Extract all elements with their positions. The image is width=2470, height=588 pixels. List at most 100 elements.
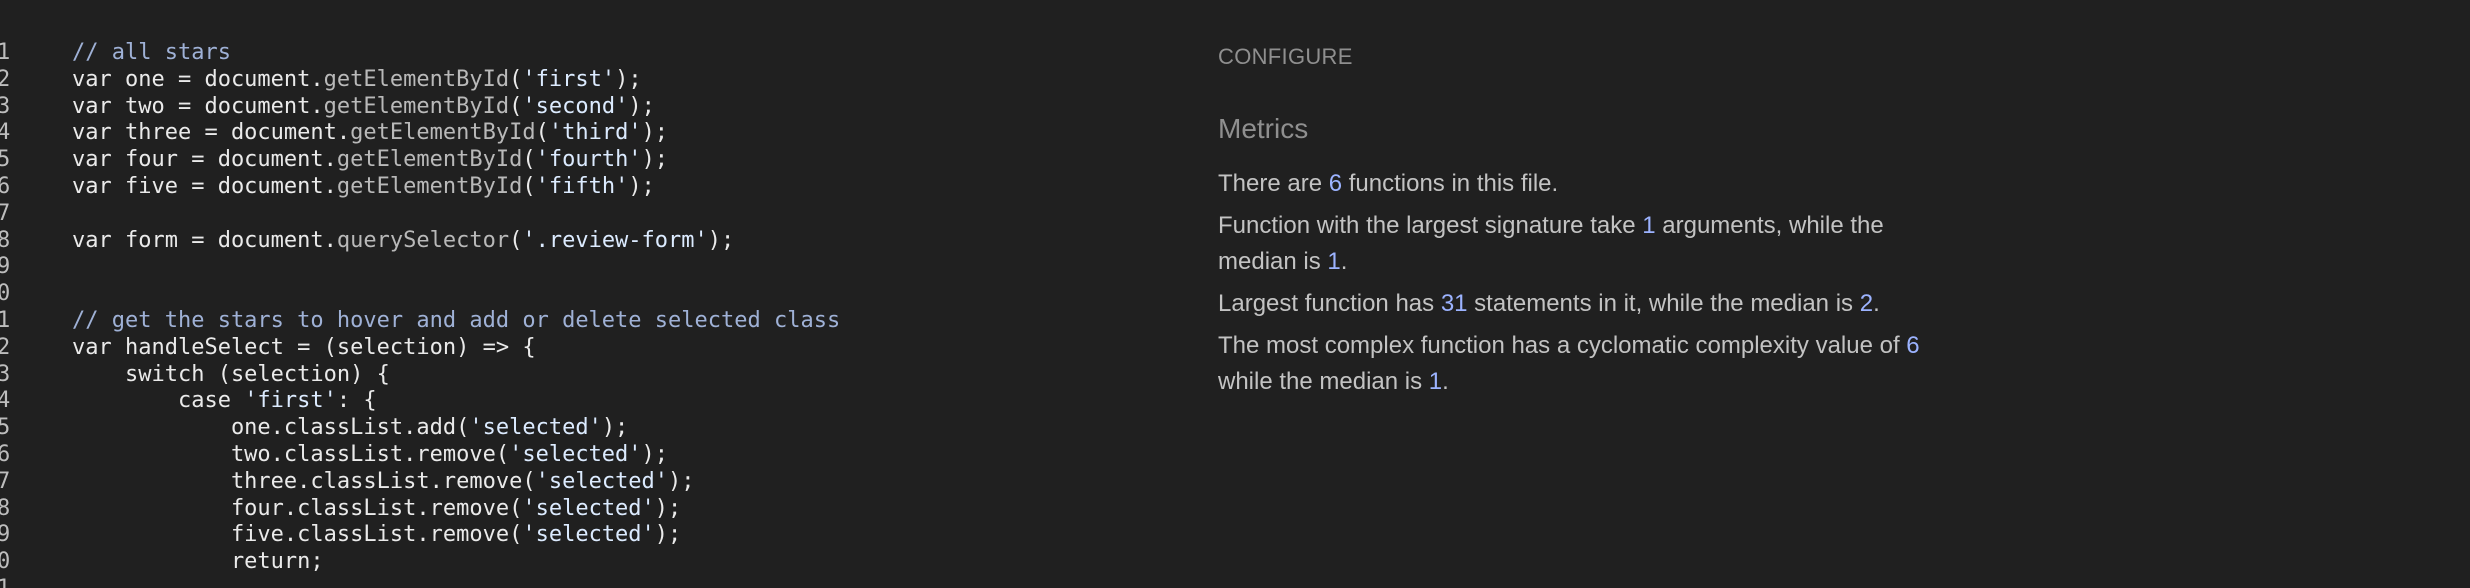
code-token: );: [707, 227, 735, 253]
code-token: three.classList.remove(: [72, 468, 536, 494]
metric-text: while the median is: [1218, 367, 1429, 395]
code-text: var one = document.getElementById('first…: [72, 67, 642, 94]
code-token: var one = document.: [72, 66, 324, 92]
metric-text: Function with the largest signature take: [1218, 212, 1643, 239]
code-token: );: [641, 441, 669, 467]
code-token: 'second': [522, 93, 629, 119]
code-token: getElementById: [323, 66, 510, 92]
code-text: var four = document.getElementById('four…: [72, 147, 668, 174]
code-line: 4 var three = document.getElementById('th…: [0, 120, 1180, 147]
metric-largest-function: Largest function has 31 statements in it…: [1218, 286, 1938, 322]
code-token: );: [615, 66, 642, 92]
code-token: getElementById: [336, 147, 523, 173]
metrics-title: Metrics: [1218, 113, 1309, 144]
code-line: 9: [0, 254, 1180, 281]
code-token: querySelector: [336, 227, 510, 253]
code-token: 'selected': [522, 522, 655, 548]
metric-complexity: The most complex function has a cyclomat…: [1218, 328, 1938, 399]
code-token: var three = document.: [72, 120, 351, 146]
code-line: 1 // all stars: [0, 40, 1180, 67]
code-token: );: [641, 147, 669, 173]
code-token: // get the stars to hover and add or del…: [72, 307, 841, 333]
code-line: 1: [0, 576, 1180, 588]
metric-value: 1: [1327, 247, 1341, 275]
code-token: );: [654, 522, 682, 548]
code-token: '.review-form': [522, 227, 708, 253]
code-token: getElementById: [323, 93, 510, 119]
metric-function-count: There are 6 functions in this file.: [1218, 166, 1938, 202]
code-line: 2 var handleSelect = (selection) => {: [0, 335, 1180, 362]
code-token: 'selected': [522, 495, 655, 521]
code-text: var three = document.getElementById('thi…: [72, 120, 668, 147]
code-text: case 'first': {: [72, 388, 377, 415]
code-token: );: [601, 415, 629, 441]
code-line: 7: [0, 201, 1180, 228]
code-token: // all stars: [72, 40, 231, 65]
code-token: switch (selection) {: [72, 361, 390, 387]
line-number: 9: [0, 522, 11, 548]
code-token: (: [509, 66, 523, 92]
code-line: 5 var four = document.getElementById('fou…: [0, 147, 1180, 174]
metric-text: There are: [1218, 170, 1329, 197]
code-line: 8 var form = document.querySelector('.rev…: [0, 228, 1180, 255]
code-token: var four = document.: [72, 147, 337, 173]
code-token: );: [668, 468, 695, 494]
code-token: 'third': [548, 120, 642, 146]
code-text: return;: [72, 549, 324, 576]
code-text: switch (selection) {: [72, 362, 390, 389]
code-token: var two = document.: [72, 93, 324, 119]
code-line: 7 three.classList.remove('selected');: [0, 469, 1180, 496]
code-token: var form = document.: [72, 227, 337, 253]
line-number: 9: [0, 254, 11, 280]
line-number: 0: [0, 281, 11, 307]
code-token: (: [535, 120, 549, 146]
code-text: five.classList.remove('selected');: [72, 522, 681, 549]
line-number: 7: [0, 200, 11, 226]
line-number: 6: [0, 441, 11, 467]
code-text: var two = document.getElementById('secon…: [72, 94, 655, 121]
code-text: four.classList.remove('selected');: [72, 496, 681, 523]
line-number: 2: [0, 66, 11, 92]
code-line: 3 var two = document.getElementById('seco…: [0, 94, 1180, 121]
metric-text: functions in this file.: [1342, 170, 1559, 197]
code-line: 0 return;: [0, 549, 1180, 576]
code-token: );: [654, 495, 682, 521]
metric-text: statements in it, while the median is: [1467, 290, 1860, 317]
line-number: 0: [0, 549, 11, 575]
line-number: 2: [0, 334, 11, 360]
code-token: : {: [336, 388, 377, 414]
code-editor[interactable]: 1// all stars 2 var one = document.getElem…: [0, 40, 1180, 588]
line-number: 8: [0, 495, 11, 521]
code-token: );: [628, 173, 655, 199]
code-token: return;: [72, 549, 324, 575]
code-line: 6 var five = document.getElementById('fif…: [0, 174, 1180, 201]
configure-button[interactable]: CONFIGURE: [1218, 44, 1353, 70]
code-token: getElementById: [350, 120, 536, 146]
metric-text: .: [1873, 290, 1880, 317]
code-token: (: [509, 227, 523, 253]
code-text: var form = document.querySelector('.revi…: [72, 228, 734, 255]
line-number: 5: [0, 415, 11, 441]
code-text: var handleSelect = (selection) => {: [72, 335, 536, 362]
line-number: 3: [0, 93, 11, 119]
metric-text: Largest function has: [1218, 290, 1441, 317]
code-token: (: [522, 147, 536, 173]
code-line: 6 two.classList.remove('selected');: [0, 442, 1180, 469]
code-token: two.classList.remove(: [72, 441, 510, 467]
code-text: var five = document.getElementById('fift…: [72, 174, 655, 201]
line-number: 4: [0, 120, 11, 146]
code-token: (: [522, 173, 536, 199]
metric-value: 6: [1328, 170, 1343, 197]
line-number: 1: [0, 307, 11, 333]
code-line: 8 four.classList.remove('selected');: [0, 496, 1180, 523]
metric-largest-signature: Function with the largest signature take…: [1218, 208, 1938, 279]
code-text: // get the stars to hover and add or del…: [72, 308, 840, 335]
code-token: 'first': [244, 388, 337, 414]
line-number: 1: [0, 576, 11, 588]
code-token: (: [509, 93, 523, 119]
code-token: 'selected': [469, 415, 602, 441]
line-number: 1: [0, 40, 11, 65]
code-text: // all stars: [72, 40, 231, 67]
line-number: 8: [0, 227, 11, 253]
line-number: 6: [0, 173, 11, 199]
